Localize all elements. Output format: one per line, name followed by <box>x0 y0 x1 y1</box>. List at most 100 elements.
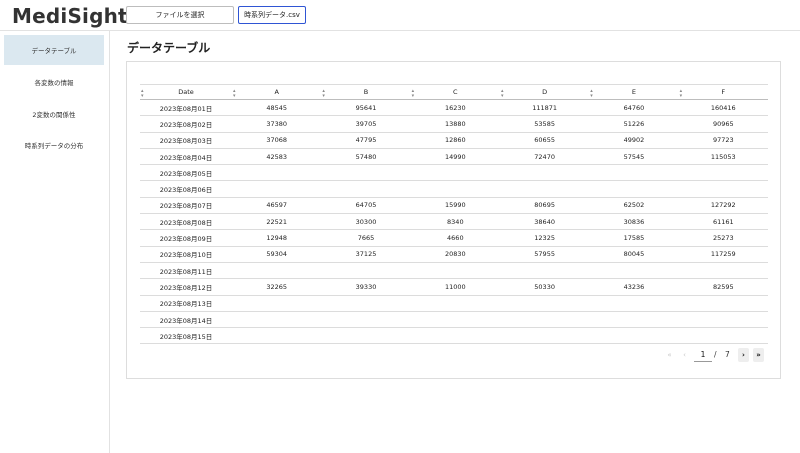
value-cell: 17585 <box>589 229 679 247</box>
column-header-b[interactable]: ▴ ▾ B <box>321 84 411 100</box>
value-cell: 32265 <box>232 278 322 296</box>
value-cell: 95641 <box>321 99 411 117</box>
value-cell <box>321 262 411 280</box>
sidebar-item-label: 2変数の関係性 <box>32 111 76 119</box>
value-cell: 48545 <box>232 99 322 117</box>
date-cell: 2023年08月04日 <box>140 148 233 166</box>
value-cell: 127292 <box>678 197 768 215</box>
column-header-label: Date <box>178 88 194 96</box>
value-cell: 62502 <box>589 197 679 215</box>
date-cell: 2023年08月11日 <box>140 262 233 280</box>
table-row: 2023年08月15日 <box>140 327 768 345</box>
value-cell: 72470 <box>499 148 590 166</box>
sidebar-item-variable-info[interactable]: 各変数の情報 <box>4 67 104 97</box>
date-cell: 2023年08月08日 <box>140 213 233 231</box>
table-row: 2023年08月04日 42583 57480 14990 72470 57545 1150… <box>140 148 768 166</box>
value-cell <box>589 262 679 280</box>
date-cell: 2023年08月07日 <box>140 197 233 215</box>
value-cell <box>410 164 500 182</box>
value-cell: 60655 <box>499 132 590 149</box>
value-cell <box>499 262 590 280</box>
value-cell: 53585 <box>499 115 590 133</box>
value-cell <box>678 327 768 345</box>
table-row: 2023年08月10日 59304 37125 20830 57955 80045 1172… <box>140 246 768 263</box>
date-cell: 2023年08月12日 <box>140 278 233 296</box>
value-cell: 13880 <box>410 115 500 133</box>
value-cell: 49902 <box>589 132 679 149</box>
value-cell <box>678 164 768 182</box>
sidebar-item-label: 時系列データの分布 <box>24 142 84 150</box>
value-cell: 57955 <box>499 246 590 263</box>
value-cell <box>410 180 500 198</box>
value-cell <box>499 327 590 345</box>
column-header-date[interactable]: ▴ ▾ Date <box>140 84 233 100</box>
table-row: 2023年08月05日 <box>140 164 768 182</box>
sidebar-item-label: データテーブル <box>31 47 77 55</box>
value-cell <box>678 262 768 280</box>
table-row: 2023年08月02日 37380 39705 13880 53585 51226 9096… <box>140 115 768 133</box>
value-cell: 20830 <box>410 246 500 263</box>
value-cell <box>410 327 500 345</box>
column-header-label: B <box>363 88 369 96</box>
value-cell <box>589 327 679 345</box>
sidebar-item-timeseries-distribution[interactable]: 時系列データの分布 <box>4 130 104 160</box>
value-cell <box>589 311 679 329</box>
sort-icon[interactable]: ▴ ▾ <box>412 89 415 99</box>
value-cell: 82595 <box>678 278 768 296</box>
sort-icon[interactable]: ▴ ▾ <box>322 89 325 99</box>
column-header-e[interactable]: ▴ ▾ E <box>589 84 679 100</box>
data-table: ▴ ▾ Date ▴ ▾ A ▴ ▾ B ▴ ▾ C ▴ ▾ D ▴ ▾ E ▴ ▾ F 2023年08月01日 4854… <box>140 84 768 345</box>
value-cell: 12325 <box>499 229 590 247</box>
value-cell: 39330 <box>321 278 411 296</box>
value-cell: 11000 <box>410 278 500 296</box>
value-cell <box>321 164 411 182</box>
date-cell: 2023年08月10日 <box>140 246 233 263</box>
column-header-d[interactable]: ▴ ▾ D <box>499 84 590 100</box>
sort-icon[interactable]: ▴ ▾ <box>501 89 504 99</box>
next-page-button[interactable]: › <box>738 348 749 362</box>
column-header-label: A <box>274 88 279 96</box>
last-page-button[interactable]: » <box>753 348 764 362</box>
sidebar-item-two-variable-relation[interactable]: 2変数の関係性 <box>4 99 104 129</box>
value-cell: 47795 <box>321 132 411 149</box>
sort-icon[interactable]: ▴ ▾ <box>590 89 593 99</box>
column-header-f[interactable]: ▴ ▾ F <box>678 84 768 100</box>
value-cell: 4660 <box>410 229 500 247</box>
value-cell: 90965 <box>678 115 768 133</box>
total-pages: 7 <box>725 350 730 359</box>
value-cell <box>321 311 411 329</box>
value-cell: 160416 <box>678 99 768 117</box>
page-number-input[interactable] <box>694 348 712 362</box>
value-cell <box>321 180 411 198</box>
table-row: 2023年08月11日 <box>140 262 768 280</box>
column-header-a[interactable]: ▴ ▾ A <box>232 84 322 100</box>
table-row: 2023年08月09日 12948 7665 4660 12325 17585 25273 <box>140 229 768 247</box>
file-name-display[interactable]: 時系列データ.csv <box>238 6 306 24</box>
prev-page-button[interactable]: ‹ <box>679 348 690 362</box>
value-cell <box>410 311 500 329</box>
sidebar-item-data-table[interactable]: データテーブル <box>4 35 104 65</box>
value-cell: 64760 <box>589 99 679 117</box>
sort-icon[interactable]: ▴ ▾ <box>233 89 236 99</box>
file-select-button[interactable]: ファイルを選択 <box>126 6 234 24</box>
value-cell <box>321 295 411 312</box>
value-cell <box>678 180 768 198</box>
value-cell <box>678 311 768 329</box>
value-cell <box>410 262 500 280</box>
value-cell: 25273 <box>678 229 768 247</box>
column-header-label: D <box>542 88 548 96</box>
value-cell <box>232 180 322 198</box>
value-cell: 16230 <box>410 99 500 117</box>
value-cell: 30836 <box>589 213 679 231</box>
value-cell <box>410 295 500 312</box>
date-cell: 2023年08月15日 <box>140 327 233 345</box>
value-cell <box>499 164 590 182</box>
value-cell <box>232 311 322 329</box>
column-header-c[interactable]: ▴ ▾ C <box>410 84 500 100</box>
sort-icon[interactable]: ▴ ▾ <box>680 89 683 99</box>
header-divider <box>0 30 800 31</box>
value-cell: 37380 <box>232 115 322 133</box>
sort-icon[interactable]: ▴ ▾ <box>141 89 144 99</box>
date-cell: 2023年08月02日 <box>140 115 233 133</box>
first-page-button[interactable]: « <box>664 348 675 362</box>
